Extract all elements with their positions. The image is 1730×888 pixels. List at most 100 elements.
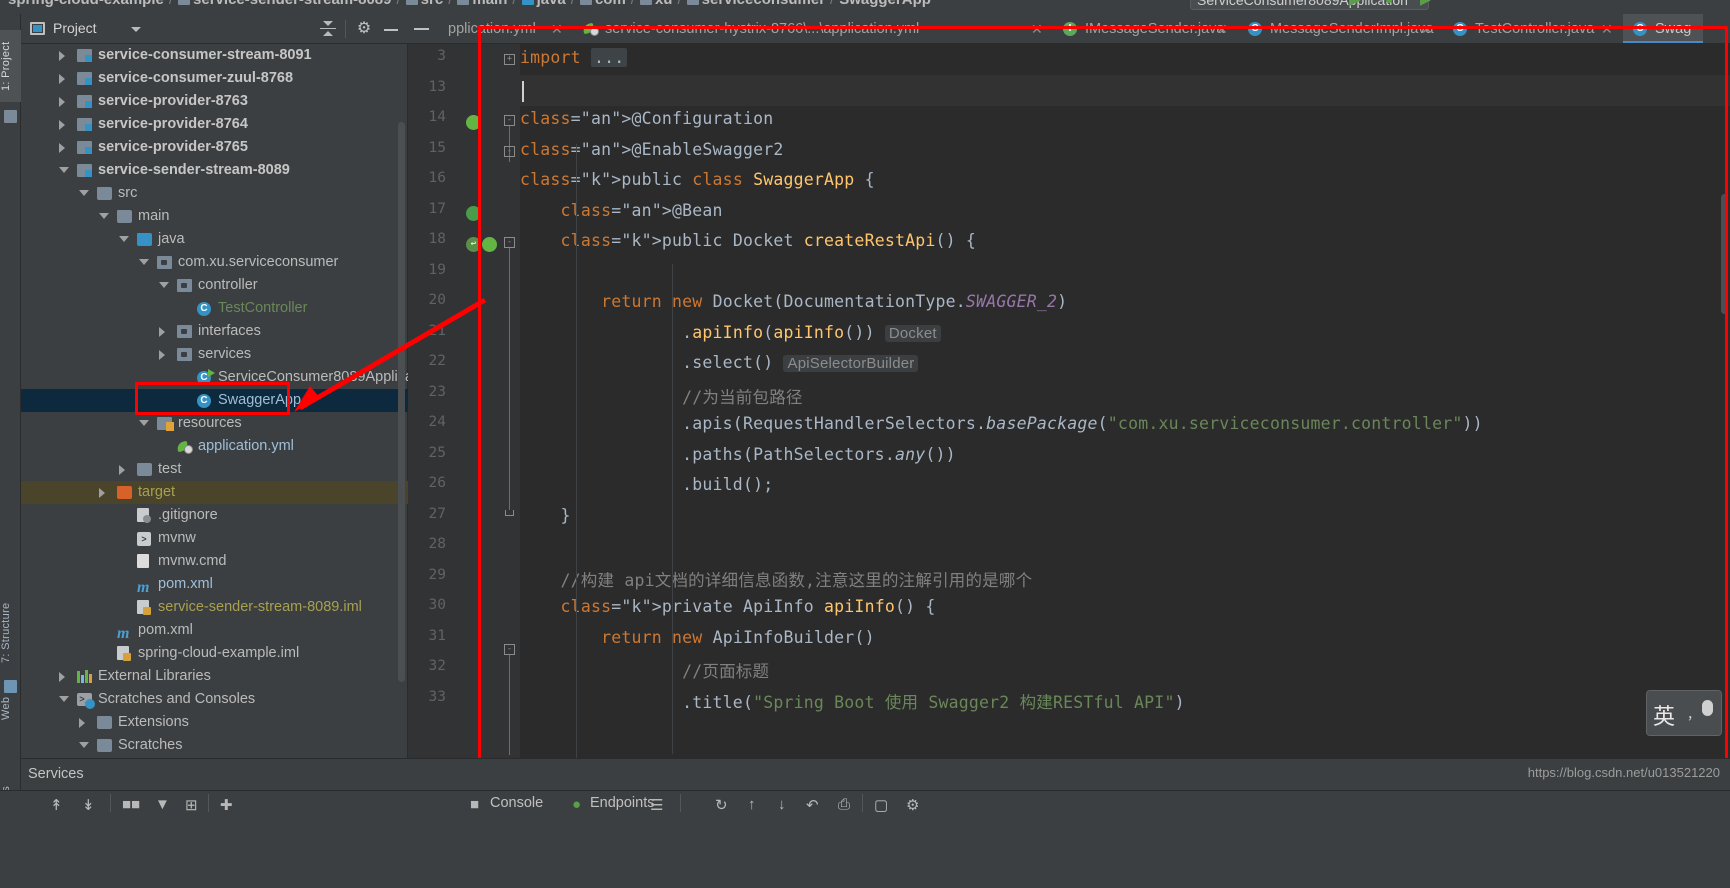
tree-node[interactable]: m pom.xml xyxy=(21,573,408,596)
tree-node[interactable]: service-consumer-stream-8091 xyxy=(21,44,408,67)
add-icon[interactable]: ✚ xyxy=(220,796,233,814)
chevron-right-icon[interactable] xyxy=(59,97,65,107)
tree-node[interactable]: services xyxy=(21,343,408,366)
console-icon[interactable]: ■ xyxy=(470,796,479,813)
up-icon[interactable]: ↑ xyxy=(748,796,756,813)
breadcrumb[interactable]: spring-cloud-example/service-sender-stre… xyxy=(8,0,931,8)
tree-node[interactable]: service-sender-stream-8089 xyxy=(21,159,408,182)
close-icon[interactable]: ✕ xyxy=(1421,14,1433,43)
close-icon[interactable]: ✕ xyxy=(1216,14,1228,43)
tree-node[interactable]: C TestController xyxy=(21,297,408,320)
ime-indicator[interactable]: 英 ， xyxy=(1646,690,1722,736)
endpoints-tab-label[interactable]: Endpoints xyxy=(590,795,655,811)
run-coverage-icon[interactable]: ▶ xyxy=(1420,0,1431,8)
editor-tab[interactable]: C MessageSenderImpl.java ✕ xyxy=(1238,14,1443,43)
tree-node[interactable]: src xyxy=(21,182,408,205)
code-line[interactable]: import ... xyxy=(520,48,628,67)
chevron-down-icon[interactable] xyxy=(119,236,129,242)
tool-tab-structure[interactable]: 7: Structure xyxy=(0,594,21,672)
tree-node[interactable]: resources xyxy=(21,412,408,435)
chevron-down-icon[interactable] xyxy=(59,167,69,173)
tool-tab-project[interactable]: 1: Project xyxy=(0,30,21,102)
settings-icon[interactable]: ⚙ xyxy=(906,796,919,814)
run-icon[interactable]: ▶ xyxy=(1350,0,1361,8)
tree-node[interactable]: com.xu.serviceconsumer xyxy=(21,251,408,274)
chevron-right-icon[interactable] xyxy=(59,120,65,130)
collapse-all-button[interactable] xyxy=(319,20,337,38)
editor-tab[interactable]: I IMessageSender.java ✕ xyxy=(1053,14,1238,43)
tree-node[interactable]: service-provider-8765 xyxy=(21,136,408,159)
code-line[interactable]: .paths(PathSelectors.any()) xyxy=(520,445,956,464)
fold-expand-icon[interactable]: + xyxy=(504,54,515,65)
code-content[interactable]: import ... class="an">@Configuration class… xyxy=(520,44,1730,758)
editor-scrollbar[interactable] xyxy=(1721,194,1728,314)
breadcrumb-item-1[interactable]: service-sender-stream-8089 xyxy=(193,0,391,8)
tree-node[interactable]: service-sender-stream-8089.iml xyxy=(21,596,408,619)
tree-node[interactable]: > mvnw xyxy=(21,527,408,550)
chevron-right-icon[interactable] xyxy=(159,327,165,337)
code-line[interactable]: .select() ApiSelectorBuilder xyxy=(520,353,919,372)
filter-icon[interactable]: ▼ xyxy=(155,796,170,813)
gear-icon[interactable]: ⚙ xyxy=(355,20,373,38)
chevron-down-icon[interactable] xyxy=(131,27,141,32)
breadcrumb-item-5[interactable]: com xyxy=(595,0,626,8)
chevron-down-icon[interactable] xyxy=(159,282,169,288)
fold-collapse-icon[interactable]: - xyxy=(504,146,515,157)
tree-node[interactable]: spring-cloud-example.iml xyxy=(21,642,408,665)
close-icon[interactable]: ✕ xyxy=(1601,14,1613,43)
breadcrumb-item-0[interactable]: spring-cloud-example xyxy=(8,0,164,8)
editor-tab[interactable]: pplication.yml ✕ xyxy=(438,14,573,43)
scroll-to-bottom-icon[interactable]: ↡ xyxy=(82,796,95,814)
services-tool-window-header[interactable]: Services xyxy=(21,758,1730,790)
tree-node[interactable]: application.yml xyxy=(21,435,408,458)
tree-node[interactable]: test xyxy=(21,458,408,481)
tree-node[interactable]: m pom.xml xyxy=(21,619,408,642)
code-line[interactable]: .title("Spring Boot 使用 Swagger2 构建RESTfu… xyxy=(520,689,1185,713)
chevron-right-icon[interactable] xyxy=(59,51,65,61)
chevron-right-icon[interactable] xyxy=(59,143,65,153)
close-icon[interactable]: ✕ xyxy=(1031,14,1043,43)
tree-node[interactable]: service-provider-8764 xyxy=(21,113,408,136)
code-line[interactable]: //构建 api文档的详细信息函数,注意这里的注解引用的是哪个 xyxy=(520,567,1033,591)
tree-node[interactable]: controller xyxy=(21,274,408,297)
editor-tab[interactable]: service-consumer-hystrix-8766\...\applic… xyxy=(573,14,1053,43)
add-tab-icon[interactable]: ⊞ xyxy=(185,796,198,814)
fold-collapse-icon[interactable]: - xyxy=(504,644,515,655)
scroll-to-top-icon[interactable]: ↟ xyxy=(50,796,63,814)
console-tab-label[interactable]: Console xyxy=(490,795,543,811)
print-icon[interactable]: ⎙ xyxy=(838,796,850,813)
code-line[interactable]: class="an">@Bean xyxy=(520,201,723,220)
code-folding-column[interactable]: + - - - - xyxy=(502,44,520,758)
code-line[interactable]: class="an">@EnableSwagger2 xyxy=(520,140,783,159)
fold-region-end[interactable] xyxy=(505,510,514,516)
tab-minimize-icon[interactable] xyxy=(414,28,429,30)
chevron-right-icon[interactable] xyxy=(159,350,165,360)
editor-gutter[interactable]: 3 13 14 15 16 17 18 19 20 21 22 23 24 25 26 27 28 29 30 31 3… xyxy=(408,44,502,758)
tree-node[interactable]: service-provider-8763 xyxy=(21,90,408,113)
chevron-right-icon[interactable] xyxy=(119,465,125,475)
chevron-down-icon[interactable] xyxy=(139,420,149,426)
code-line[interactable]: .apis(RequestHandlerSelectors.basePackag… xyxy=(520,414,1483,433)
code-line[interactable]: class="k">private ApiInfo apiInfo() { xyxy=(520,597,936,616)
down-icon[interactable]: ↓ xyxy=(778,796,786,813)
endpoints-icon[interactable]: ● xyxy=(572,796,581,813)
spring-config-gutter-icon[interactable] xyxy=(466,206,481,221)
fold-collapse-icon[interactable]: - xyxy=(504,115,515,126)
tree-node[interactable]: main xyxy=(21,205,408,228)
code-line[interactable]: return new ApiInfoBuilder() xyxy=(520,628,875,647)
spring-bean-gutter-icon[interactable] xyxy=(466,115,481,130)
soft-wrap-icon[interactable]: ↶ xyxy=(806,796,819,814)
tool-tab-web[interactable]: Web xyxy=(0,690,21,726)
breadcrumb-item-3[interactable]: main xyxy=(472,0,507,8)
code-line[interactable]: } xyxy=(520,506,571,525)
code-line[interactable]: class="an">@Configuration xyxy=(520,109,773,128)
tree-node[interactable]: service-consumer-zuul-8768 xyxy=(21,67,408,90)
override-gutter-icon[interactable]: ↩ xyxy=(466,237,481,252)
code-editor[interactable]: 3 13 14 15 16 17 18 19 20 21 22 23 24 25 26 27 28 29 30 31 3… xyxy=(408,44,1730,758)
breadcrumb-item-8[interactable]: SwaggerApp xyxy=(839,0,931,8)
editor-tab-bar[interactable]: pplication.yml ✕ service-consumer-hystrix-… xyxy=(408,14,1730,44)
spring-bean-gutter-icon[interactable] xyxy=(482,237,497,252)
breadcrumb-item-4[interactable]: java xyxy=(537,0,566,8)
code-line[interactable]: .build(); xyxy=(520,475,773,494)
group-icon[interactable]: ■■ xyxy=(122,796,140,813)
